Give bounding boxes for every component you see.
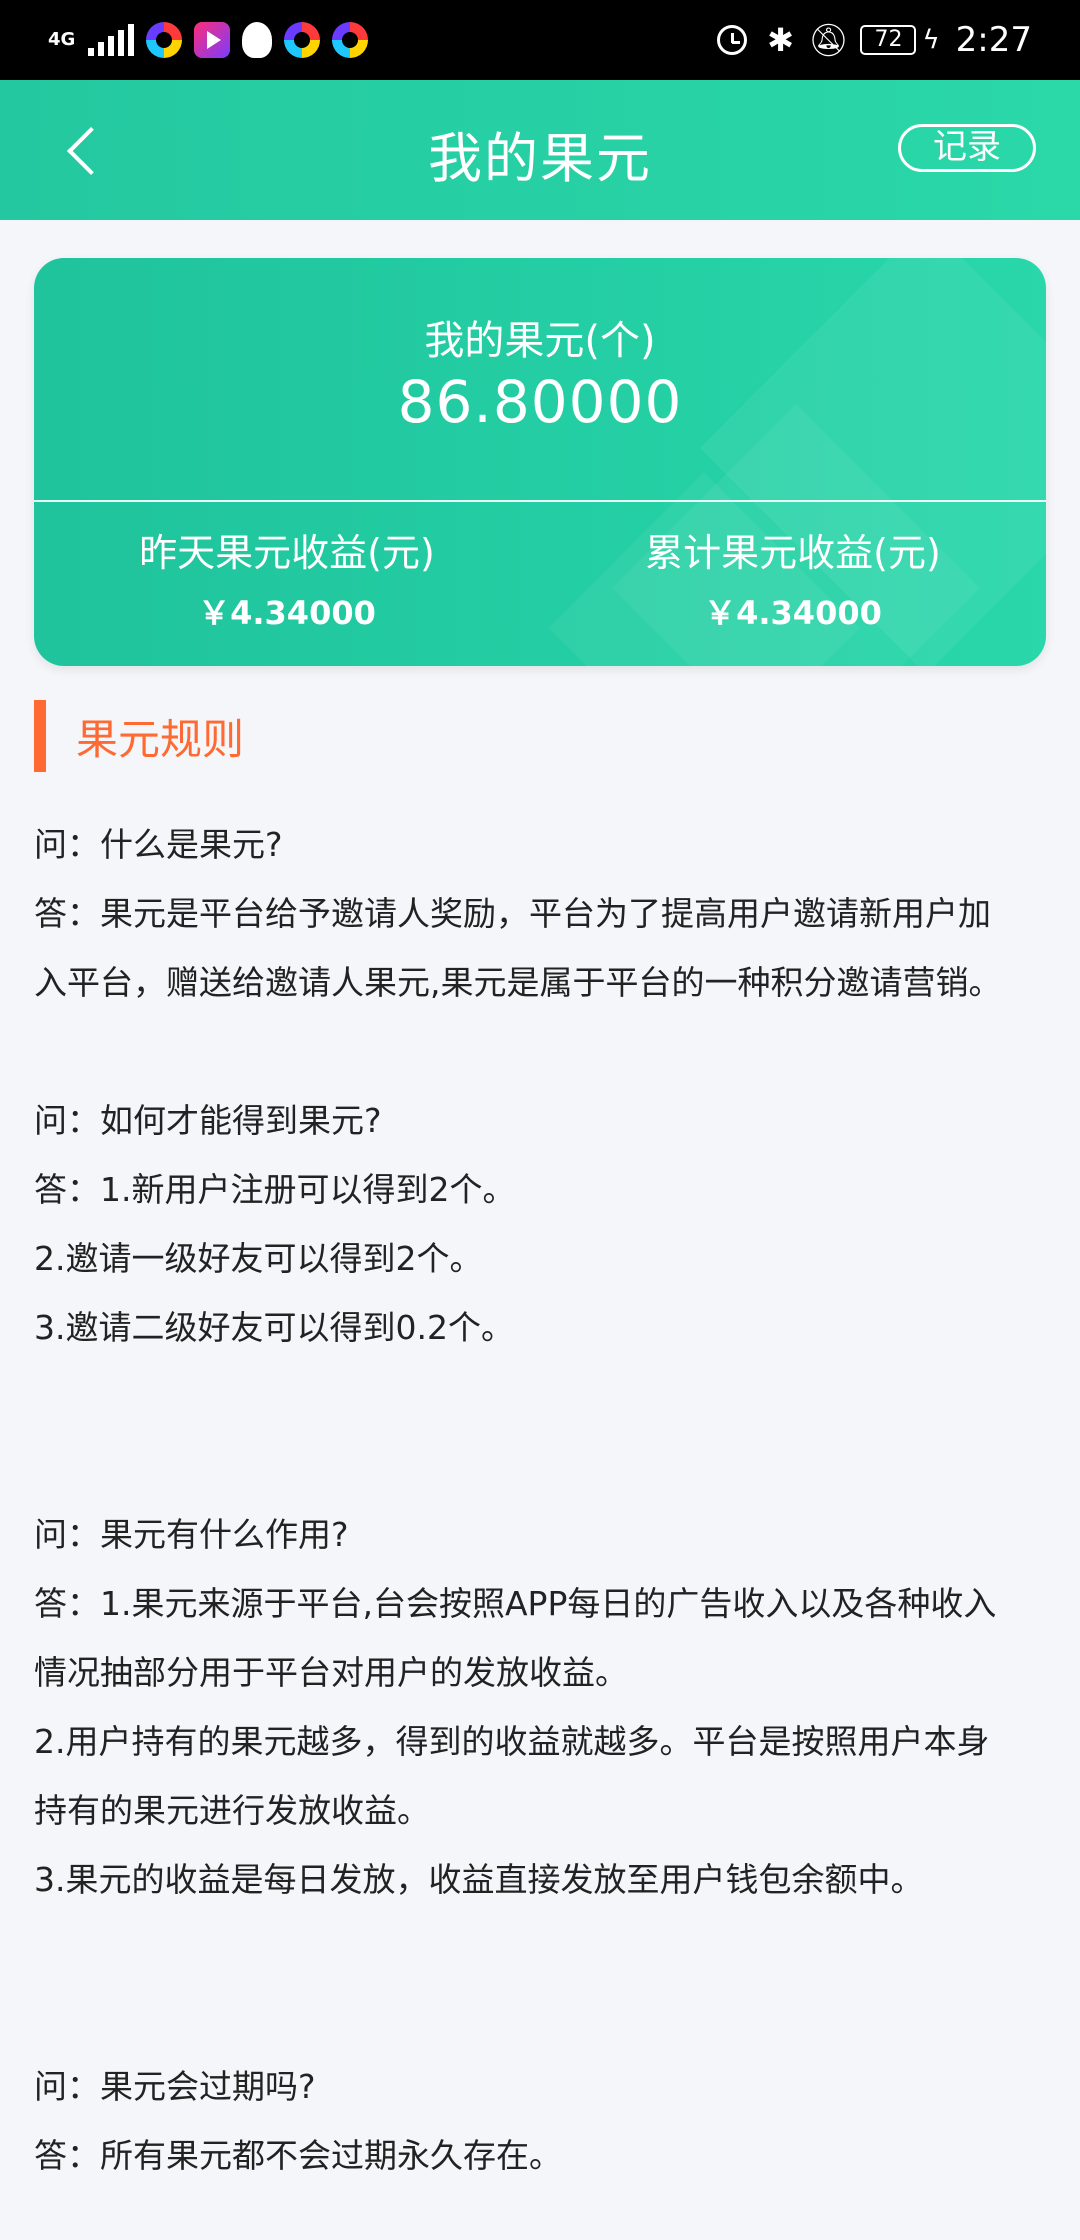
faq-answer: 3.果元的收益是每日发放，收益直接发放至用户钱包余额中。 — [34, 1860, 924, 1899]
rules-faq: 问：什么是果元? 答：果元是平台给予邀请人奖励，平台为了提高用户邀请新用户加 入… — [34, 810, 1054, 2190]
balance-label: 我的果元(个) — [424, 318, 656, 364]
status-right: ✱ 🔕︎ 72 ϟ 2:27 — [716, 18, 1032, 62]
app-header: 我的果元 记录 — [0, 80, 1080, 220]
total-earnings-label: 累计果元收益(元) — [645, 531, 941, 575]
status-left: 4G — [48, 18, 368, 62]
faq-answer: 情况抽部分用于平台对用户的发放收益。 — [34, 1653, 628, 1692]
yesterday-earnings: 昨天果元收益(元) ￥4.34000 — [34, 528, 540, 634]
battery-icon: 72 — [860, 25, 917, 55]
yesterday-earnings-label: 昨天果元收益(元) — [139, 531, 435, 575]
total-earnings: 累计果元收益(元) ￥4.34000 — [540, 528, 1046, 634]
balance-card: 我的果元(个) 86.80000 昨天果元收益(元) ￥4.34000 累计果元… — [34, 258, 1046, 666]
card-divider — [34, 500, 1046, 502]
app-notification-icon — [332, 22, 368, 58]
balance-amount: 86.80000 — [397, 368, 683, 436]
mute-icon: 🔕︎ — [808, 21, 849, 59]
faq-answer: 答：1.新用户注册可以得到2个。 — [34, 1170, 516, 1209]
faq-question: 问：如何才能得到果元? — [34, 1101, 382, 1140]
faq-answer: 2.邀请一级好友可以得到2个。 — [34, 1239, 483, 1278]
app-notification-icon — [146, 22, 182, 58]
total-earnings-value: ￥4.34000 — [704, 594, 882, 632]
faq-answer: 入平台，赠送给邀请人果元,果元是属于平台的一种积分邀请营销。 — [34, 963, 1002, 1002]
app-notification-icon — [284, 22, 320, 58]
faq-answer: 答：所有果元都不会过期永久存在。 — [34, 2136, 562, 2175]
bluetooth-icon: ✱ — [767, 21, 794, 59]
faq-answer: 持有的果元进行发放收益。 — [34, 1791, 430, 1830]
faq-answer: 答：果元是平台给予邀请人奖励，平台为了提高用户邀请新用户加 — [34, 894, 991, 933]
faq-answer: 3.邀请二级好友可以得到0.2个。 — [34, 1308, 514, 1347]
yesterday-earnings-value: ￥4.34000 — [198, 594, 376, 632]
faq-question: 问：什么是果元? — [34, 825, 283, 864]
section-accent-bar — [34, 700, 46, 772]
faq-answer: 答：1.果元来源于平台,台会按照APP每日的广告收入以及各种收入 — [34, 1584, 997, 1623]
status-bar: 4G ✱ 🔕︎ 72 ϟ 2:27 — [0, 0, 1080, 80]
faq-answer: 2.用户持有的果元越多，得到的收益就越多。平台是按照用户本身 — [34, 1722, 990, 1761]
record-button[interactable]: 记录 — [898, 124, 1036, 172]
section-title-text: 果元规则 — [76, 714, 245, 764]
faq-question: 问：果元会过期吗? — [34, 2067, 316, 2106]
signal-icon — [88, 24, 134, 56]
alarm-icon — [716, 24, 748, 56]
video-app-icon — [194, 22, 230, 58]
faq-question: 问：果元有什么作用? — [34, 1515, 349, 1554]
charging-icon: ϟ — [922, 25, 940, 55]
rules-section-title: 果元规则 — [34, 700, 244, 772]
clock: 2:27 — [955, 20, 1032, 60]
qq-icon — [242, 22, 272, 58]
network-type: 4G — [48, 29, 76, 50]
